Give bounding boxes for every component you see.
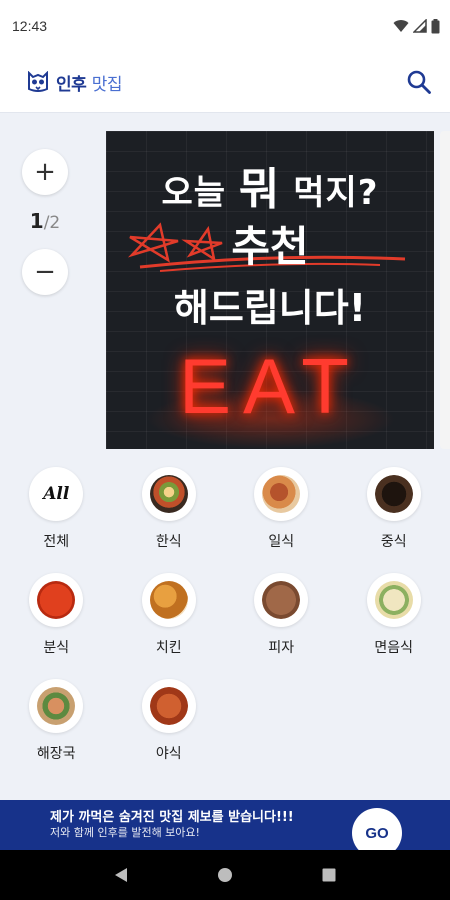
- prev-banner-button[interactable]: −: [22, 249, 68, 295]
- banner-headline-b: 뭐: [238, 164, 281, 215]
- category-snack[interactable]: 분식: [0, 573, 113, 657]
- tip-submission-banner[interactable]: 제가 까먹은 숨겨진 맛집 제보를 받습니다!!! 저와 함께 인후를 발전해 …: [0, 800, 450, 858]
- category-korean[interactable]: 한식: [113, 467, 226, 551]
- category-label: 분식: [43, 640, 70, 656]
- main-content: + 1/2 − 오늘 뭐 먹지? 추천 해드립니다! EAT All 전체 한식…: [0, 112, 450, 800]
- recents-square-icon[interactable]: [322, 868, 336, 882]
- app-header: 인후 맛집: [0, 52, 450, 112]
- japanese-food-icon: [254, 467, 309, 521]
- banner-recommend: 추천: [231, 222, 309, 271]
- category-label: 면음식: [374, 640, 414, 656]
- banner-headline: 오늘 뭐 먹지?: [106, 153, 434, 217]
- late-night-food-icon: [141, 679, 196, 733]
- next-banner-peek[interactable]: [440, 131, 450, 449]
- category-chinese[interactable]: 중식: [338, 467, 450, 551]
- status-time: 12:43: [12, 18, 48, 34]
- category-pizza[interactable]: 피자: [225, 573, 338, 657]
- banner-headline-c: 먹지?: [293, 173, 379, 213]
- category-grid: All 전체 한식 일식 중식 분식 치킨 피자 면음식 해장국 야식: [0, 467, 450, 763]
- home-circle-icon[interactable]: [217, 867, 233, 883]
- app-title-main: 인후: [56, 74, 87, 95]
- category-label: 피자: [268, 640, 295, 656]
- category-noodles[interactable]: 면음식: [338, 573, 450, 657]
- category-all[interactable]: All 전체: [0, 467, 113, 551]
- app-title: 인후 맛집: [56, 70, 122, 95]
- page-indicator: 1/2: [30, 209, 60, 235]
- wifi-icon: [393, 20, 409, 32]
- status-bar: 12:43: [0, 0, 450, 52]
- banner-subline: 해드립니다!: [173, 286, 367, 330]
- all-icon: All: [29, 467, 84, 521]
- tteokbokki-icon: [29, 573, 84, 627]
- promo-subtitle: 저와 함께 인후를 발전해 보아요!: [50, 826, 200, 839]
- promo-title: 제가 까먹은 숨겨진 맛집 제보를 받습니다!!!: [50, 810, 294, 825]
- chicken-icon: [141, 573, 196, 627]
- pizza-icon: [254, 573, 309, 627]
- page-current: 1: [29, 209, 44, 233]
- category-label: 치킨: [155, 640, 182, 656]
- category-label: 중식: [380, 534, 407, 550]
- app-title-sub: 맛집: [91, 74, 123, 95]
- next-banner-button[interactable]: +: [22, 149, 68, 195]
- category-hangover-soup[interactable]: 해장국: [0, 679, 113, 763]
- category-label: 전체: [43, 534, 70, 550]
- banner-pager: + 1/2 −: [22, 149, 68, 295]
- promo-banner[interactable]: 오늘 뭐 먹지? 추천 해드립니다! EAT: [106, 131, 434, 449]
- chinese-food-icon: [366, 467, 421, 521]
- promo-text: 제가 까먹은 숨겨진 맛집 제보를 받습니다!!! 저와 함께 인후를 발전해 …: [50, 810, 294, 840]
- status-icons: [393, 18, 440, 34]
- back-triangle-icon[interactable]: [114, 867, 128, 883]
- battery-icon: [431, 18, 440, 33]
- app-logo[interactable]: 인후 맛집: [26, 70, 122, 95]
- category-label: 일식: [268, 534, 295, 550]
- search-icon[interactable]: [406, 69, 432, 95]
- banner-headline-a: 오늘: [161, 173, 227, 213]
- category-japanese[interactable]: 일식: [225, 467, 338, 551]
- system-nav-bar: [0, 850, 450, 900]
- korean-food-icon: [141, 467, 196, 521]
- page-total: /2: [43, 213, 61, 233]
- category-label: 해장국: [36, 746, 76, 762]
- all-icon-text: All: [43, 484, 70, 504]
- category-label: 한식: [155, 534, 182, 550]
- category-label: 야식: [155, 746, 182, 762]
- signal-icon: [413, 19, 427, 33]
- category-chicken[interactable]: 치킨: [113, 573, 226, 657]
- hangover-soup-icon: [29, 679, 84, 733]
- noodles-icon: [366, 573, 421, 627]
- neon-eat-sign: EAT: [179, 342, 361, 430]
- owl-logo-icon: [28, 71, 48, 92]
- category-late-night[interactable]: 야식: [113, 679, 226, 763]
